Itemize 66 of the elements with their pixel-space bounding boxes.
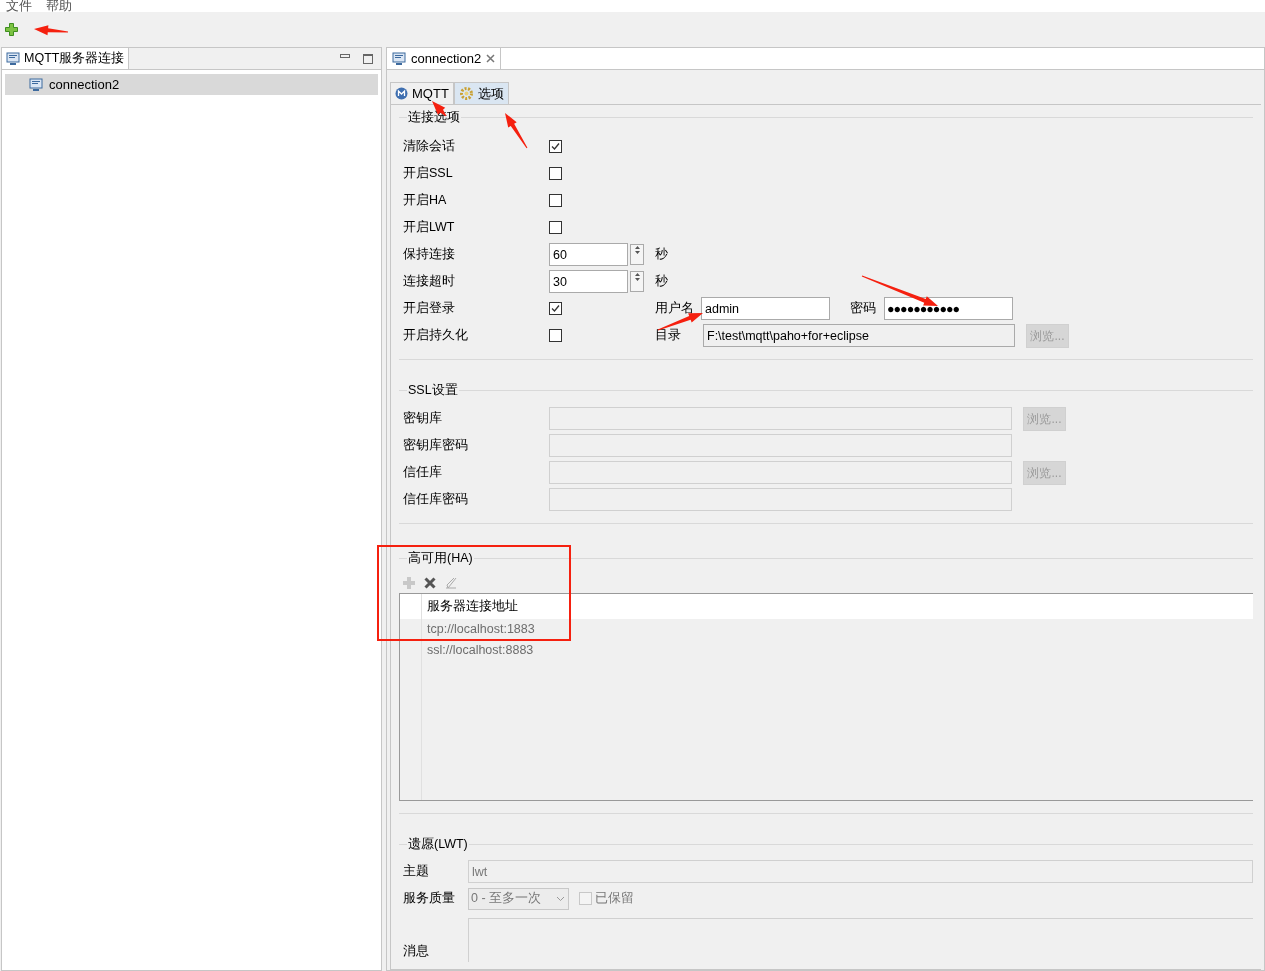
checkbox[interactable]: [549, 194, 562, 207]
qos-select[interactable]: 0 - 至多一次: [468, 887, 569, 910]
checkbox[interactable]: [549, 221, 562, 234]
unit-label: 秒: [655, 273, 668, 291]
number-field[interactable]: 60: [549, 243, 628, 266]
tree-item[interactable]: connection2: [5, 74, 378, 95]
table-cell-text: tcp://localhost:1883: [426, 621, 535, 639]
retained-label: 已保留: [595, 890, 634, 908]
option-label: 保持连接: [402, 246, 456, 264]
qos-label: 服务质量: [402, 890, 456, 908]
option-label: 开启LWT: [402, 219, 456, 237]
spinner-arrows-icon[interactable]: [630, 244, 644, 265]
option-label: 连接超时: [402, 273, 456, 291]
option-label: 开启HA: [402, 192, 448, 210]
ssl-field[interactable]: [549, 488, 1012, 511]
group-title: 高可用(HA): [407, 550, 474, 566]
unit-label: 秒: [655, 246, 668, 264]
directory-label: 目录: [655, 327, 681, 345]
option-label: 清除会话: [402, 138, 456, 156]
checkbox[interactable]: [549, 302, 562, 315]
ssl-field[interactable]: [549, 407, 1012, 430]
option-label: 开启登录: [402, 300, 456, 318]
group-title: 遗愿(LWT): [407, 836, 469, 852]
close-icon[interactable]: [486, 54, 496, 63]
ssl-label: 密钥库密码: [402, 437, 469, 455]
topic-field[interactable]: lwt: [468, 860, 1253, 883]
username-field[interactable]: admin: [701, 297, 830, 320]
spinner-arrows-icon[interactable]: [630, 271, 644, 292]
option-label: 开启持久化: [402, 327, 469, 345]
monitor-icon: [6, 51, 20, 66]
ssl-field[interactable]: [549, 434, 1012, 457]
checkbox[interactable]: [549, 140, 562, 153]
chevron-icon: [556, 895, 565, 902]
group-title: SSL设置: [407, 382, 459, 398]
menu-item[interactable]: 帮助: [46, 0, 72, 12]
topic-label: 主题: [402, 863, 430, 881]
monitor-icon: [29, 77, 43, 92]
tab[interactable]: MQTT: [390, 82, 454, 104]
option-label: 开启SSL: [402, 165, 454, 183]
column-header[interactable]: 服务器连接地址: [422, 597, 518, 616]
maximize-icon[interactable]: [363, 53, 373, 64]
number-field[interactable]: 30: [549, 270, 628, 293]
checkbox[interactable]: [549, 167, 562, 180]
minimize-icon[interactable]: [340, 53, 350, 58]
ssl-label: 信任库: [402, 464, 443, 482]
ssl-field[interactable]: [549, 461, 1012, 484]
tab[interactable]: 选项: [453, 82, 509, 104]
table-cell-text: ssl://localhost:8883: [426, 642, 534, 660]
add-icon[interactable]: [5, 23, 18, 36]
mqtt-icon: [395, 87, 408, 100]
monitor-icon: [392, 51, 406, 66]
checkbox[interactable]: [549, 329, 562, 342]
ssl-label: 密钥库: [402, 410, 443, 428]
delete-icon[interactable]: [424, 577, 436, 589]
password-field[interactable]: ●●●●●●●●●●●: [884, 297, 1013, 320]
view-tab[interactable]: MQTT服务器连接: [2, 48, 130, 69]
annotation-arrow: [505, 113, 528, 149]
view-tab-title: MQTT服务器连接: [24, 50, 125, 68]
annotation-arrow: [34, 25, 69, 36]
password-label: 密码: [850, 300, 877, 318]
menu-item[interactable]: 文件: [6, 0, 32, 12]
username-label: 用户名: [655, 300, 695, 318]
gear-icon: [458, 86, 474, 101]
message-label: 消息: [402, 943, 430, 961]
ssl-label: 信任库密码: [402, 491, 469, 509]
editor-tab-title: connection2: [411, 49, 482, 68]
